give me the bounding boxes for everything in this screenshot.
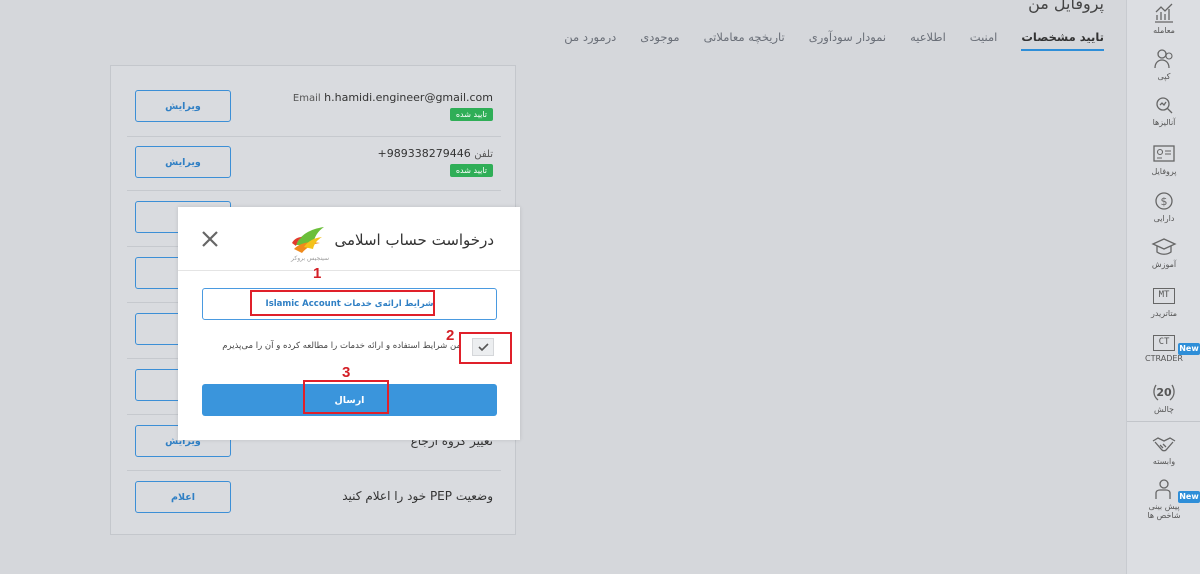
- new-badge: New: [1178, 491, 1200, 503]
- phone-value: +989338279446: [377, 147, 471, 160]
- sidebar-item-label: پروفایل: [1151, 167, 1177, 176]
- sidebar-item-education[interactable]: آموزش: [1127, 236, 1200, 269]
- mt-icon: MT: [1153, 288, 1175, 304]
- annotation-box-3: [303, 380, 389, 414]
- logo-caption: سینجیس بروکر: [291, 255, 329, 262]
- pep-label: وضعیت PEP خود را اعلام کنید: [342, 489, 493, 503]
- annotation-box-1: [250, 290, 435, 316]
- status-badge: تایید شده: [449, 164, 493, 177]
- sidebar-item-profile[interactable]: پروفایل: [1127, 143, 1200, 176]
- dollar-icon: $: [1155, 192, 1173, 210]
- tab-trade-history[interactable]: تاریخچه معاملاتی: [704, 30, 785, 51]
- svg-text:$: $: [1161, 195, 1168, 208]
- tab-security[interactable]: امنیت: [970, 30, 998, 51]
- sidebar-divider: [1127, 421, 1200, 422]
- sidebar-item-label: CTRADER: [1145, 354, 1183, 363]
- svg-text:20: 20: [1156, 386, 1172, 399]
- sidebar-item-label: آموزش: [1151, 260, 1177, 269]
- close-icon[interactable]: [200, 229, 220, 249]
- sidebar-item-affiliate[interactable]: وابسته: [1127, 433, 1200, 466]
- tab-about-me[interactable]: درمورد من: [564, 30, 616, 51]
- email-text: Email h.hamidi.engineer@gmail.com: [293, 91, 493, 104]
- ct-icon: CT: [1153, 335, 1175, 351]
- status-badge: تایید شده: [449, 108, 493, 121]
- tab-verification[interactable]: تایید مشخصات: [1021, 30, 1104, 51]
- tab-notifications[interactable]: اطلاعیه: [910, 30, 946, 51]
- sidebar-item-trade[interactable]: معامله: [1127, 2, 1200, 35]
- modal-divider: [178, 270, 520, 271]
- tab-profit-chart[interactable]: نمودار سودآوری: [809, 30, 886, 51]
- modal-title: درخواست حساب اسلامی: [334, 231, 494, 249]
- graduation-cap-icon: [1151, 238, 1177, 255]
- sidebar-item-copy[interactable]: کپی: [1127, 48, 1200, 81]
- pep-row: اعلام وضعیت PEP خود را اعلام کنید: [127, 471, 501, 527]
- sidebar-item-assets[interactable]: $ دارایی: [1127, 190, 1200, 223]
- tab-balance[interactable]: موجودی: [640, 30, 679, 51]
- sidebar-item-label: کپی: [1157, 72, 1171, 81]
- sidebar-item-analysis[interactable]: آنالیزها: [1127, 94, 1200, 127]
- hand-coin-icon: [1155, 479, 1171, 499]
- sidebar-item-label: آنالیزها: [1152, 118, 1176, 127]
- announce-pep-button[interactable]: اعلام: [135, 481, 231, 513]
- annotation-number-1: 1: [313, 265, 322, 282]
- challenge-20-icon: 20: [1153, 384, 1175, 401]
- edit-email-button[interactable]: ویرایش: [135, 90, 231, 122]
- broker-logo: [292, 227, 324, 253]
- email-prefix: Email: [292, 93, 321, 104]
- page-title: پروفایل من: [1028, 0, 1104, 13]
- sidebar-item-label: معامله: [1153, 26, 1175, 35]
- sidebar-item-challenge[interactable]: 20 چالش: [1127, 381, 1200, 414]
- sidebar-item-label: متاتریدر: [1150, 309, 1178, 318]
- sidebar-item-metatrader[interactable]: MT متاتریدر: [1127, 288, 1200, 318]
- sidebar-item-label: وابسته: [1152, 457, 1176, 466]
- sidebar-item-label: پیش بینی شاخص ها: [1147, 502, 1181, 520]
- email-row: ویرایش Email h.hamidi.engineer@gmail.com…: [127, 81, 501, 137]
- phone-text: تلفن +989338279446: [378, 147, 493, 160]
- profile-tabs: درمورد من موجودی تاریخچه معاملاتی نمودار…: [564, 30, 1104, 51]
- email-value: h.hamidi.engineer@gmail.com: [324, 91, 493, 104]
- handshake-icon: [1152, 437, 1176, 452]
- chart-icon: [1155, 3, 1173, 23]
- phone-row: ویرایش تلفن +989338279446 تایید شده: [127, 137, 501, 191]
- annotation-number-2: 2: [446, 327, 455, 344]
- new-badge: New: [1178, 343, 1200, 355]
- annotation-number-3: 3: [342, 364, 351, 381]
- annotation-box-2: [459, 332, 512, 364]
- sidebar: معامله کپی آنالیزها پروفایل $ دارایی آمو…: [1126, 0, 1200, 574]
- sidebar-item-label: دارایی: [1153, 214, 1175, 223]
- copy-users-icon: [1154, 49, 1173, 69]
- sidebar-item-label: چالش: [1153, 405, 1175, 414]
- phone-prefix: تلفن: [474, 149, 493, 160]
- profile-card-icon: [1153, 145, 1175, 162]
- accept-terms-label: من شرایط استفاده و ارائه خدمات را مطالعه…: [222, 341, 461, 351]
- edit-phone-button[interactable]: ویرایش: [135, 146, 231, 178]
- analysis-icon: [1156, 97, 1173, 114]
